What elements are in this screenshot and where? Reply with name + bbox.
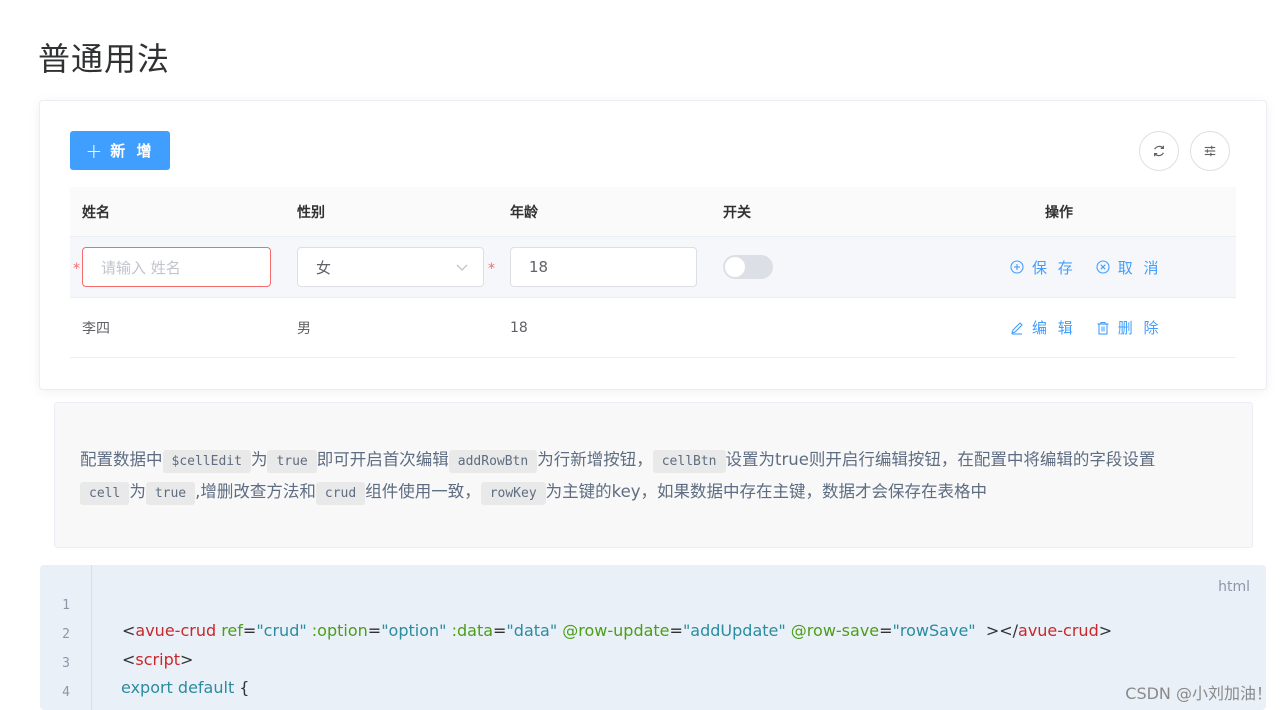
circle-close-icon xyxy=(1096,260,1110,274)
table-row: 李四 男 18 编 辑 删 除 xyxy=(70,298,1236,358)
edit-icon xyxy=(1011,321,1023,335)
sliders-icon xyxy=(1204,145,1216,157)
inline-code: addRowBtn xyxy=(448,450,538,473)
inline-code: cellBtn xyxy=(652,450,726,473)
header-gender: 性别 xyxy=(297,204,325,221)
switch-knob xyxy=(725,257,745,277)
cell-name: 李四 xyxy=(82,320,110,337)
enable-switch[interactable] xyxy=(723,255,773,279)
desc-text: 配置数据中 xyxy=(80,450,163,469)
edit-button[interactable]: 编 辑 xyxy=(1010,317,1076,338)
cancel-button[interactable]: 取 消 xyxy=(1096,257,1162,278)
desc-text: 为主键的key，如果数据中存在主键，数据才会保存在表格中 xyxy=(545,482,988,501)
description-block: 配置数据中 $cellEdit 为 true 即可开启首次编辑 addRowBtn 为行新增… xyxy=(54,402,1253,548)
required-marker: * xyxy=(73,261,80,277)
crud-card: + 新 增 姓名 性别 年龄 开关 操作 * 请输入 姓名 女 * 18 保 存… xyxy=(39,100,1267,390)
code-line: <avue-crud ref="crud" :option="option" :… xyxy=(122,621,1113,640)
watermark: CSDN @小刘加油！ xyxy=(1125,684,1272,703)
header-actions: 操作 xyxy=(1045,204,1073,221)
gender-select-value: 女 xyxy=(316,258,332,277)
gender-select[interactable]: 女 xyxy=(297,247,484,287)
code-language: html xyxy=(1218,579,1250,595)
desc-text: 设置为true则开启行编辑按钮，在配置中将编辑的字段设置 xyxy=(725,450,1156,469)
plus-icon: + xyxy=(85,138,103,163)
required-marker: * xyxy=(488,261,495,277)
trash-icon xyxy=(1097,321,1109,335)
delete-button[interactable]: 删 除 xyxy=(1096,317,1162,338)
code-line: export default { xyxy=(121,678,250,697)
cell-age: 18 xyxy=(510,319,528,336)
line-number: 1 xyxy=(62,598,70,613)
edit-label: 编 辑 xyxy=(1032,319,1076,337)
cell-gender: 男 xyxy=(297,320,311,337)
line-number: 2 xyxy=(62,627,70,642)
name-input[interactable]: 请输入 姓名 xyxy=(82,247,271,287)
line-number: 3 xyxy=(62,656,70,671)
circle-plus-icon xyxy=(1010,260,1024,274)
table-header: 姓名 性别 年龄 开关 操作 xyxy=(70,187,1236,237)
cancel-label: 取 消 xyxy=(1117,258,1162,277)
header-switch: 开关 xyxy=(723,204,751,221)
inline-code: true xyxy=(145,482,196,505)
chevron-down-icon xyxy=(456,264,468,271)
page-title: 普通用法 xyxy=(38,40,171,78)
header-age: 年龄 xyxy=(510,204,538,221)
desc-text: 为行新增按钮， xyxy=(537,450,653,469)
desc-text: 为 xyxy=(129,482,146,501)
save-label: 保 存 xyxy=(1032,258,1076,277)
column-settings-button[interactable] xyxy=(1190,131,1230,171)
inline-code: cell xyxy=(80,482,130,505)
header-name: 姓名 xyxy=(82,204,110,221)
desc-text: ,增删改查方法和 xyxy=(195,482,316,501)
add-button-label: 新 增 xyxy=(110,142,155,160)
age-input[interactable]: 18 xyxy=(510,247,697,287)
refresh-icon xyxy=(1154,145,1164,157)
table-row-editing: * 请输入 姓名 女 * 18 保 存 取 消 xyxy=(70,237,1236,298)
data-table: 姓名 性别 年龄 开关 操作 * 请输入 姓名 女 * 18 保 存 取 消 李… xyxy=(70,187,1236,358)
inline-code: crud xyxy=(315,482,366,505)
refresh-button[interactable] xyxy=(1139,131,1179,171)
inline-code: true xyxy=(267,450,317,473)
inline-code: $cellEdit xyxy=(162,450,251,473)
code-line: <script> xyxy=(122,650,194,669)
code-block: html 1 2 3 4 <avue-crud ref="crud" :opti… xyxy=(40,565,1266,710)
delete-label: 删 除 xyxy=(1117,319,1162,337)
line-number: 4 xyxy=(62,685,70,700)
desc-text: 为 xyxy=(250,450,268,469)
desc-text: 组件使用一致， xyxy=(365,482,481,501)
add-button[interactable]: + 新 增 xyxy=(70,131,170,170)
desc-text: 即可开启首次编辑 xyxy=(316,450,449,469)
inline-code: rowKey xyxy=(480,482,546,505)
save-button[interactable]: 保 存 xyxy=(1010,257,1076,278)
